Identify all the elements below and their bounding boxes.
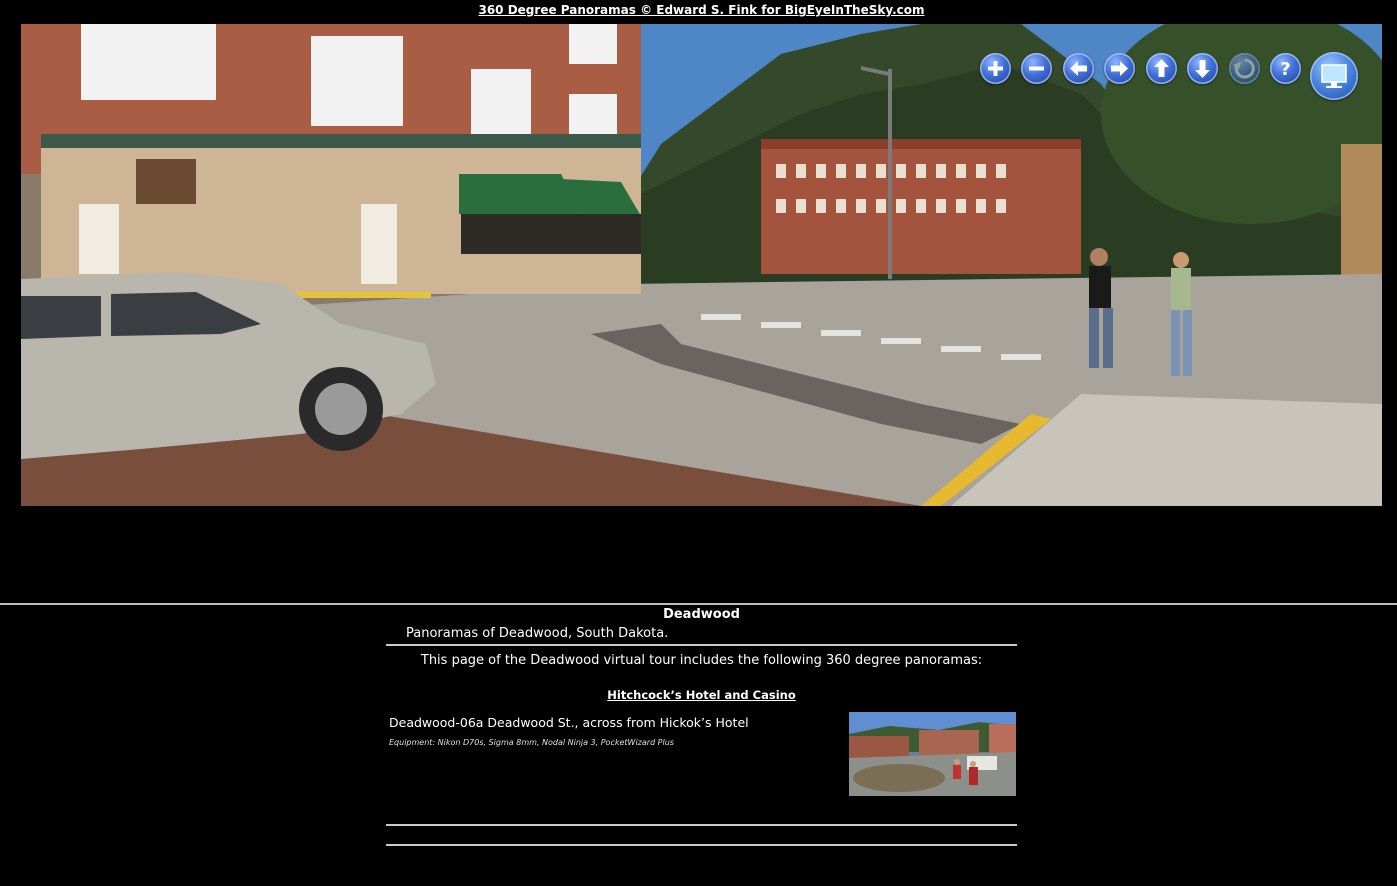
arrow-left-icon <box>1069 61 1087 76</box>
zoom-in-button[interactable] <box>979 53 1011 84</box>
monitor-icon <box>1321 64 1347 88</box>
content-column: Deadwood Panoramas of Deadwood, South Da… <box>386 605 1017 846</box>
arrow-down-icon <box>1195 60 1210 78</box>
panorama-viewer[interactable]: ? <box>21 24 1382 506</box>
pan-down-button[interactable] <box>1187 53 1218 84</box>
arrow-up-icon <box>1153 59 1169 77</box>
minus-icon <box>1029 66 1044 71</box>
fullscreen-button[interactable] <box>1310 52 1358 100</box>
content-divider <box>386 644 1017 646</box>
pan-up-button[interactable] <box>1145 53 1177 84</box>
help-button[interactable]: ? <box>1270 53 1301 84</box>
section-link-hitchcocks[interactable]: Hitchcock’s Hotel and Casino <box>386 688 1017 702</box>
plus-icon <box>987 61 1003 76</box>
question-icon: ? <box>1280 59 1290 80</box>
arrow-right-icon <box>1111 61 1128 76</box>
pan-left-button[interactable] <box>1062 53 1094 84</box>
panorama-thumbnail[interactable] <box>849 712 1016 796</box>
site-credit-link[interactable]: 360 Degree Panoramas © Edward S. Fink fo… <box>0 3 1397 17</box>
intro-text: This page of the Deadwood virtual tour i… <box>420 653 983 668</box>
pan-right-button[interactable] <box>1104 53 1135 84</box>
page-title: Deadwood <box>663 607 740 622</box>
auto-rotate-button[interactable] <box>1228 53 1260 84</box>
content-divider <box>386 844 1017 846</box>
panorama-title-link[interactable]: Deadwood-06a Deadwood St., across from H… <box>389 715 749 730</box>
page-subtitle: Panoramas of Deadwood, South Dakota. <box>406 626 669 641</box>
svg-text:?: ? <box>1280 59 1290 80</box>
equipment-note: Equipment: Nikon D70s, Sigma 8mm, Nodal … <box>389 738 674 747</box>
rotate-icon <box>1232 58 1255 79</box>
viewer-toolbar: ? <box>969 52 1358 101</box>
zoom-out-button[interactable] <box>1021 53 1052 84</box>
list-item: Deadwood-06a Deadwood St., across from H… <box>386 712 1017 824</box>
thumbnail-image <box>849 712 1016 796</box>
